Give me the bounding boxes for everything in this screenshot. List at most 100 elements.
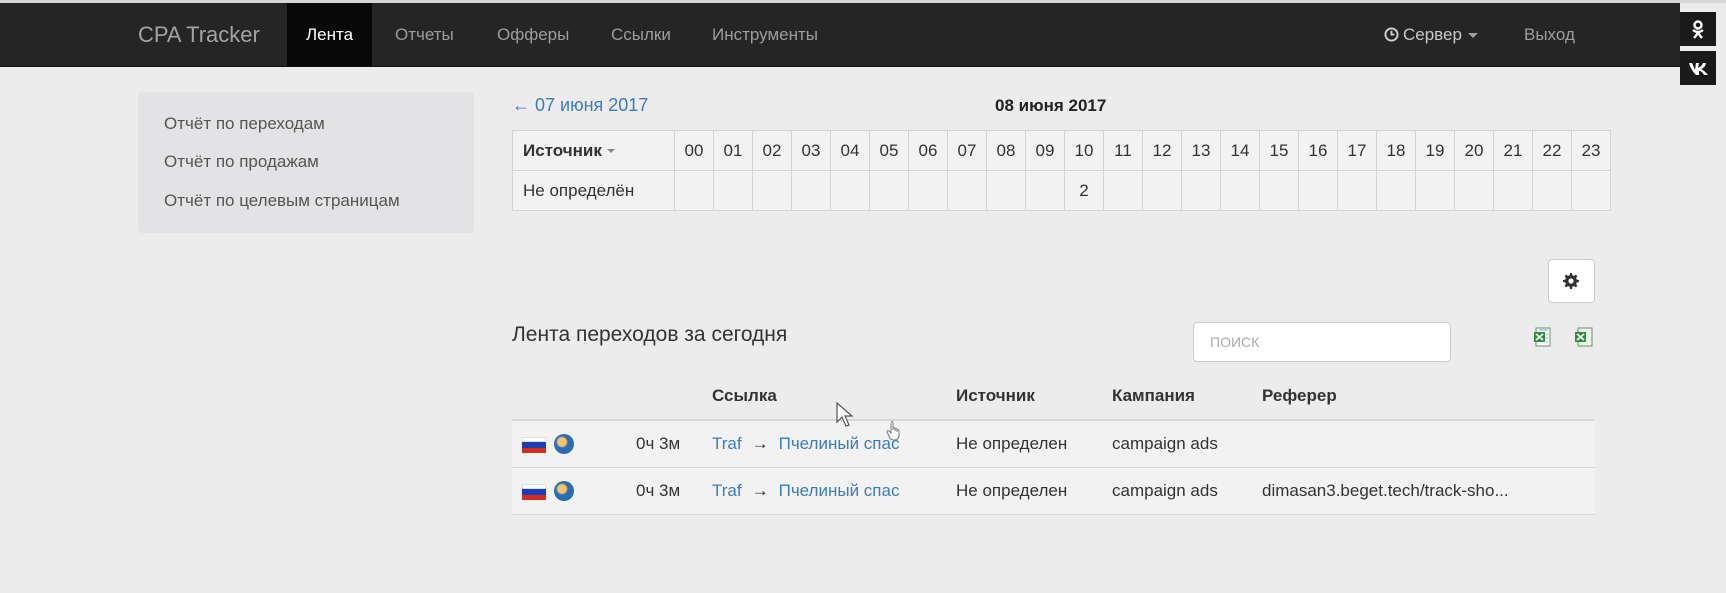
hour-header: 05 (869, 130, 909, 171)
server-label: Сервер (1403, 25, 1462, 44)
source-cell: Не определён (512, 170, 675, 211)
hour-header: 07 (947, 130, 987, 171)
sort-caret-icon (606, 149, 615, 154)
hour-cell (791, 170, 831, 211)
hand-cursor-icon (886, 421, 900, 441)
arrow-icon: → (751, 434, 769, 453)
hour-header: 23 (1571, 130, 1611, 171)
nav-reports[interactable]: Отчеты (376, 3, 473, 66)
column-header-source: Источник (956, 386, 1035, 405)
hour-cell (830, 170, 870, 211)
hour-cell: 2 (1064, 170, 1104, 211)
export-excel-icon[interactable] (1574, 326, 1594, 348)
odnoklassniki-icon (1692, 20, 1704, 39)
brand-logo[interactable]: CPA Tracker (138, 3, 260, 66)
hour-header: 18 (1376, 130, 1416, 171)
link-cell: Traf → Пчелиный спас (712, 421, 899, 467)
sidebar-item-clicks-report[interactable]: Отчёт по переходам (164, 114, 325, 134)
hour-header: 10 (1064, 130, 1104, 171)
hour-header: 04 (830, 130, 870, 171)
hour-cell (1454, 170, 1494, 211)
hour-cell (1298, 170, 1338, 211)
hour-header: 22 (1532, 130, 1572, 171)
hour-header: 08 (986, 130, 1026, 171)
hourly-header-row: Источник 00 01 02 03 04 05 06 07 08 09 1… (512, 130, 1611, 171)
hour-cell (1181, 170, 1221, 211)
feed-title: Лента переходов за сегодня (512, 323, 788, 346)
column-header-link: Ссылка (712, 386, 777, 405)
table-row: 0ч 3м Traf → Пчелиный спас Не определен ca… (512, 468, 1595, 515)
nav-tools[interactable]: Инструменты (693, 3, 837, 66)
gear-icon (1563, 273, 1579, 289)
hour-header: 14 (1220, 130, 1260, 171)
vk-button[interactable] (1680, 51, 1716, 85)
hour-header: 01 (713, 130, 753, 171)
sidebar-item-sales-report[interactable]: Отчёт по продажам (164, 152, 319, 172)
source-link[interactable]: Не определен (956, 468, 1067, 514)
hour-cell (869, 170, 909, 211)
nav-links[interactable]: Ссылки (592, 3, 690, 66)
sidebar-item-landing-report[interactable]: Отчёт по целевым страницам (164, 191, 400, 211)
source-column-header[interactable]: Источник (512, 130, 675, 171)
search-input[interactable] (1193, 322, 1451, 362)
link-to[interactable]: Пчелиный спас (779, 481, 900, 500)
windows-os-icon (554, 434, 574, 454)
hour-header: 11 (1103, 130, 1143, 171)
time-cell: 0ч 3м (636, 481, 681, 500)
hour-cell (1493, 170, 1533, 211)
hour-header: 16 (1298, 130, 1338, 171)
server-dropdown[interactable]: Сервер (1384, 3, 1478, 66)
hour-header: 02 (752, 130, 792, 171)
link-from[interactable]: Traf (712, 481, 742, 500)
hour-header: 12 (1142, 130, 1182, 171)
russia-flag-icon (522, 484, 546, 500)
mouse-pointer-icon (836, 402, 854, 427)
hourly-data-row: Не определён 2 (512, 170, 1611, 211)
link-cell: Traf → Пчелиный спас (712, 468, 899, 514)
clock-icon (1384, 27, 1399, 42)
hour-header: 00 (674, 130, 714, 171)
hour-cell (1532, 170, 1572, 211)
hour-header: 09 (1025, 130, 1065, 171)
hour-cell (1103, 170, 1143, 211)
hour-header: 17 (1337, 130, 1377, 171)
hour-cell (1142, 170, 1182, 211)
source-link[interactable]: Не определен (956, 421, 1067, 467)
logout-link[interactable]: Выход (1524, 3, 1575, 66)
hour-cell (986, 170, 1026, 211)
top-navbar: CPA Tracker Лента Отчеты Офферы Ссылки И… (0, 3, 1680, 67)
hourly-table: Источник 00 01 02 03 04 05 06 07 08 09 1… (512, 130, 1611, 211)
column-header-campaign: Кампания (1112, 386, 1195, 405)
windows-os-icon (554, 481, 574, 501)
nav-offers[interactable]: Офферы (478, 3, 588, 66)
hour-header: 03 (791, 130, 831, 171)
hour-cell (752, 170, 792, 211)
campaign-cell: campaign ads (1112, 434, 1218, 453)
hour-header: 15 (1259, 130, 1299, 171)
column-header-referer: Реферер (1262, 386, 1337, 405)
hour-header: 13 (1181, 130, 1221, 171)
export-csv-icon[interactable] (1534, 326, 1554, 348)
hour-cell (1376, 170, 1416, 211)
hour-cell (1571, 170, 1611, 211)
arrow-icon: → (751, 481, 769, 500)
hour-header: 06 (908, 130, 948, 171)
odnoklassniki-button[interactable] (1680, 12, 1716, 46)
hour-header: 21 (1493, 130, 1533, 171)
russia-flag-icon (522, 437, 546, 453)
chevron-down-icon (1467, 33, 1478, 39)
hour-cell (1220, 170, 1260, 211)
campaign-cell: campaign ads (1112, 481, 1218, 500)
link-from[interactable]: Traf (712, 434, 742, 453)
hour-cell (1415, 170, 1455, 211)
nav-feed[interactable]: Лента (287, 3, 373, 66)
settings-button[interactable] (1548, 259, 1595, 303)
prev-date-link[interactable]: ← 07 июня 2017 (512, 95, 648, 116)
hour-cell (1025, 170, 1065, 211)
hour-header: 20 (1454, 130, 1494, 171)
hour-cell (908, 170, 948, 211)
hour-cell (713, 170, 753, 211)
hour-cell (674, 170, 714, 211)
table-row: 0ч 3м Traf → Пчелиный спас Не определен ca… (512, 421, 1595, 468)
link-to[interactable]: Пчелиный спас (779, 434, 900, 453)
